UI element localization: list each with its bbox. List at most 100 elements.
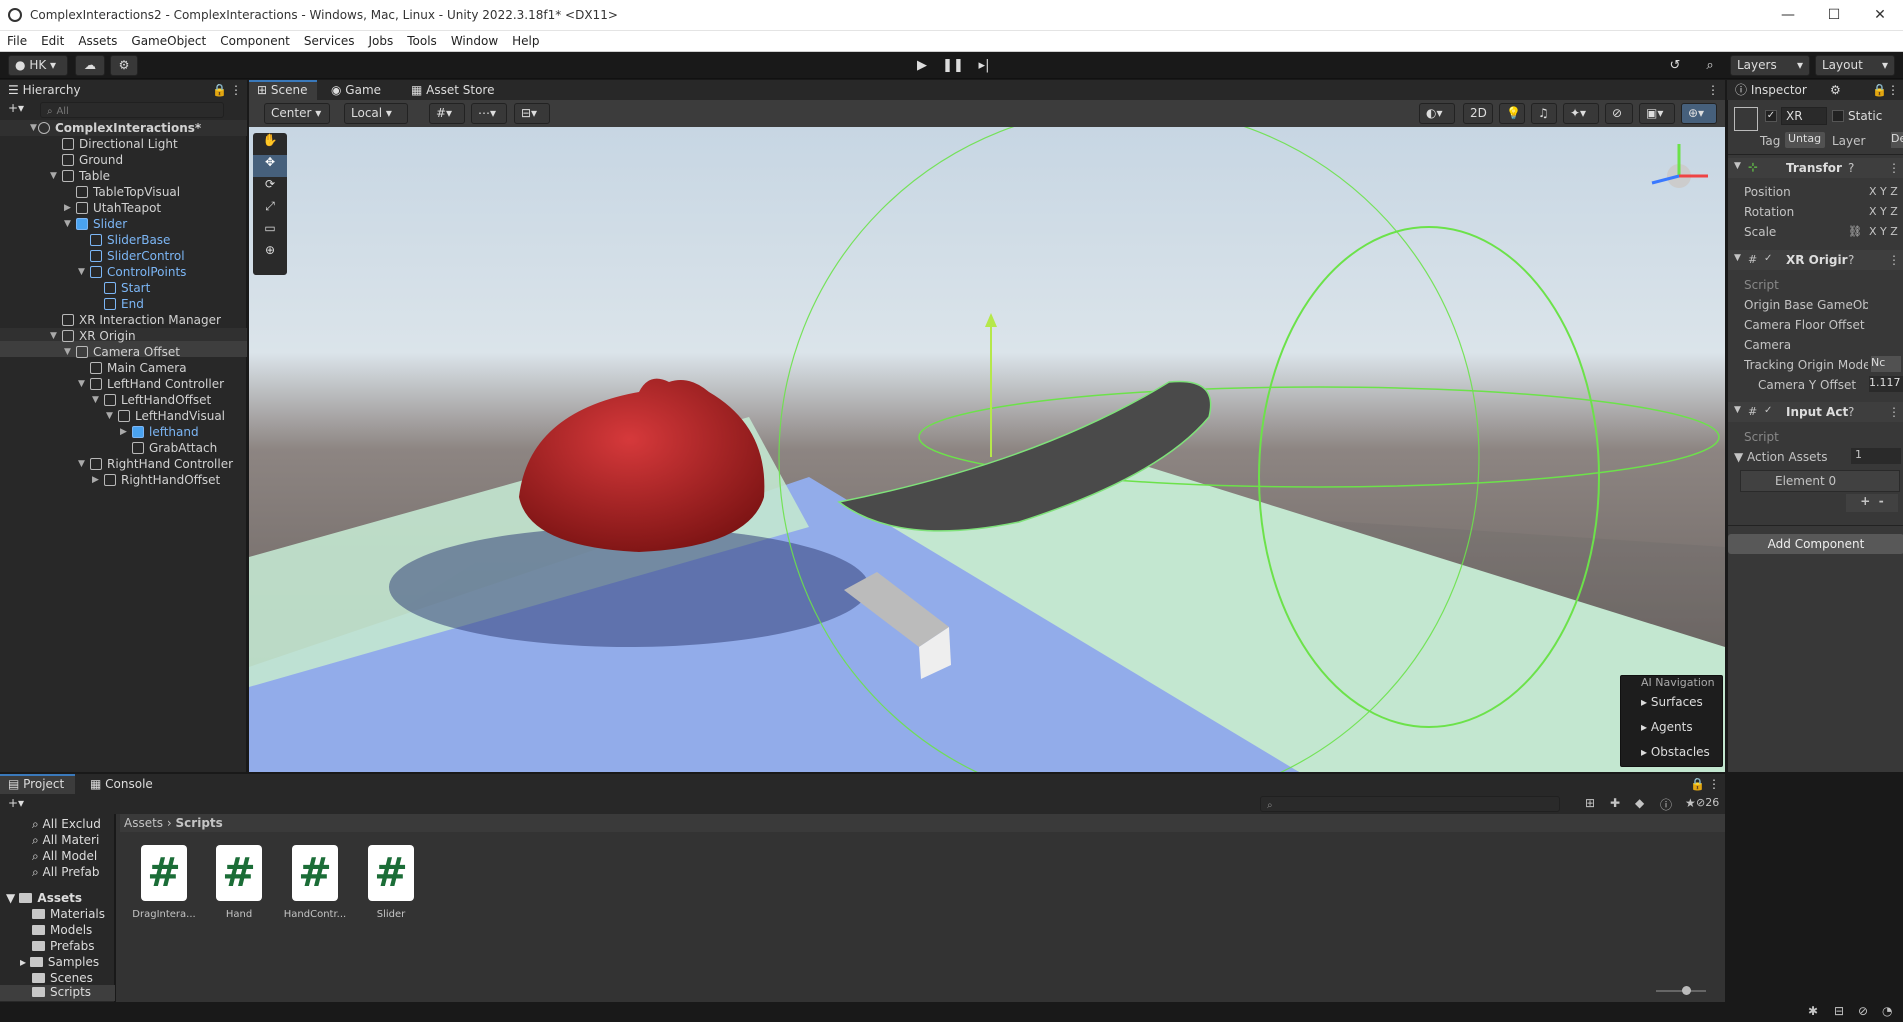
hand-tool-icon[interactable]: ✋ [253, 133, 287, 155]
project-search-input[interactable]: ⌕ [1260, 796, 1560, 812]
hierarchy-item[interactable]: Directional Light [62, 136, 178, 152]
favorite-icon[interactable]: ★ [1685, 796, 1696, 810]
hierarchy-item[interactable]: XR Interaction Manager [62, 312, 221, 328]
ai-nav-surfaces[interactable]: ▸ Surfaces [1621, 690, 1722, 715]
account-button[interactable]: ● HK ▾ [8, 55, 68, 76]
hierarchy-tab[interactable]: ☰ Hierarchy [8, 80, 81, 100]
asset-item[interactable]: # HandContr... [277, 845, 353, 920]
hierarchy-item[interactable]: TableTopVisual [76, 184, 180, 200]
more-icon[interactable]: ⋮ [1707, 80, 1719, 100]
more-icon[interactable]: ⋮ [1887, 80, 1899, 100]
collab-icon[interactable]: ⚙ [110, 55, 138, 76]
help-icon[interactable]: ? [1848, 253, 1854, 267]
pause-button[interactable]: ❚❚ [938, 55, 968, 76]
hierarchy-item[interactable]: ▼ LeftHand Controller [78, 376, 224, 392]
tab-console[interactable]: ▦ Console [90, 774, 153, 794]
menu-help[interactable]: Help [505, 34, 546, 48]
hierarchy-item[interactable]: SliderBase [90, 232, 170, 248]
hierarchy-item[interactable]: Ground [62, 152, 123, 168]
layers-dropdown[interactable]: Layers ▾ [1730, 55, 1810, 76]
hierarchy-item[interactable]: ▼ XR Origin [50, 328, 136, 344]
tab-game[interactable]: ◉ Game [331, 80, 381, 100]
play-button[interactable]: ▶ [907, 55, 937, 76]
list-remove-button[interactable]: - [1879, 494, 1884, 508]
toggle-2d-button[interactable]: 2D [1463, 103, 1493, 124]
hierarchy-item[interactable]: End [104, 296, 144, 312]
tab-project[interactable]: ▤ Project [0, 774, 75, 794]
layout-dropdown[interactable]: Layout ▾ [1815, 55, 1895, 76]
asset-item[interactable]: # DragIntera... [126, 845, 202, 920]
create-button[interactable]: +▾ [8, 101, 24, 115]
help-icon[interactable]: ? [1848, 161, 1854, 175]
component-enabled-checkbox[interactable]: ✓ [1764, 253, 1772, 264]
active-checkbox[interactable]: ✓ [1765, 110, 1777, 122]
hierarchy-item[interactable]: ▼ LeftHandOffset [92, 392, 211, 408]
hierarchy-item[interactable]: ▼ LeftHandVisual [106, 408, 225, 424]
more-icon[interactable]: ⋮ [230, 80, 242, 100]
audio-icon[interactable]: ♫ [1531, 103, 1557, 124]
progress-icon[interactable]: ◔ [1882, 1004, 1892, 1018]
hierarchy-item[interactable]: ▶ lefthand [120, 424, 199, 440]
folder-item-selected[interactable]: Scripts [0, 985, 115, 1001]
more-icon[interactable]: ⋮ [1888, 405, 1900, 419]
camera-y-field[interactable]: 1.117 [1869, 376, 1903, 392]
rotation-xyz[interactable]: X Y Z [1869, 205, 1898, 218]
transform-header[interactable]: ▼ ⊹ Transfor ? ⋮ [1728, 158, 1903, 178]
menu-window[interactable]: Window [444, 34, 505, 48]
rotate-tool-icon[interactable]: ⟳ [253, 177, 287, 199]
step-button[interactable]: ▸| [969, 55, 999, 76]
folder-item-assets[interactable]: ▼ Assets [6, 891, 82, 905]
action-assets-count[interactable]: 1 [1851, 448, 1901, 464]
camera-icon[interactable]: ▣▾ [1639, 103, 1675, 124]
menu-edit[interactable]: Edit [34, 34, 71, 48]
effects-icon[interactable]: ✦▾ [1563, 103, 1599, 124]
cache-icon[interactable]: ⊟ [1834, 1004, 1844, 1018]
menu-gameobject[interactable]: GameObject [124, 34, 213, 48]
inspector-tab[interactable]: ⓘ Inspector [1735, 80, 1807, 100]
gizmos-icon[interactable]: ⊕▾ [1681, 103, 1717, 124]
menu-jobs[interactable]: Jobs [362, 34, 401, 48]
more-icon[interactable]: ⋮ [1888, 253, 1900, 267]
hierarchy-item[interactable]: ▼ ControlPoints [78, 264, 186, 280]
network-icon[interactable]: ⊘ [1858, 1004, 1868, 1018]
hierarchy-item-scene[interactable]: ▼ ComplexInteractions* [30, 120, 201, 136]
transform-tool-icon[interactable]: ⊕ [253, 243, 287, 265]
align-icon[interactable]: ⊟▾ [514, 103, 550, 124]
visibility-icon[interactable]: ⊘ [1605, 103, 1633, 124]
lock-icon[interactable]: 🔒 [1872, 80, 1887, 100]
link-icon[interactable]: ⛓ [1848, 225, 1862, 238]
hierarchy-item[interactable]: ▼ RightHand Controller [78, 456, 233, 472]
scene-view[interactable]: ✋ ✥ ⟳ ⤢ ▭ ⊕ [249, 127, 1725, 772]
folder-item[interactable]: ▸ Samples [20, 955, 99, 969]
search-icon[interactable]: ⌕ [1695, 55, 1725, 76]
layer-dropdown[interactable]: De [1891, 132, 1903, 148]
asset-item[interactable]: # Hand [201, 845, 277, 920]
breadcrumb-assets[interactable]: Assets [124, 816, 163, 830]
menu-tools[interactable]: Tools [400, 34, 444, 48]
gear-icon[interactable]: ⚙ [1830, 80, 1841, 100]
filter-label-icon[interactable]: ✚ [1610, 796, 1620, 810]
tab-asset-store[interactable]: ▦ Asset Store [411, 80, 495, 100]
input-action-header[interactable]: ▼ # ✓ Input Act ? ⋮ [1728, 402, 1903, 422]
scale-xyz[interactable]: X Y Z [1869, 225, 1898, 238]
menu-file[interactable]: File [0, 34, 34, 48]
hierarchy-item[interactable]: Main Camera [90, 360, 187, 376]
debug-icon[interactable]: ✱ [1808, 1004, 1818, 1018]
close-button[interactable]: ✕ [1857, 0, 1903, 30]
action-assets-foldout[interactable]: ▼ Action Assets [1734, 450, 1828, 464]
ai-nav-agents[interactable]: ▸ Agents [1621, 715, 1722, 740]
lock-icon[interactable]: 🔒 [212, 80, 227, 100]
position-xyz[interactable]: X Y Z [1869, 185, 1898, 198]
hierarchy-item[interactable]: Start [104, 280, 150, 296]
folder-item[interactable]: Prefabs [32, 939, 95, 953]
hierarchy-item[interactable]: ▼ Slider [64, 216, 127, 232]
tag-dropdown[interactable]: Untag [1785, 132, 1825, 148]
hierarchy-item[interactable]: ▼ Table [50, 168, 110, 184]
hierarchy-item[interactable]: GrabAttach [132, 440, 217, 456]
menu-component[interactable]: Component [213, 34, 297, 48]
space-dropdown[interactable]: Local ▾ [344, 103, 408, 124]
static-checkbox[interactable] [1832, 110, 1844, 122]
folder-item[interactable]: Scenes [32, 971, 93, 985]
info-icon[interactable]: ⓘ [1660, 796, 1672, 813]
favorite-item[interactable]: ⌕ All Materi [32, 833, 99, 848]
